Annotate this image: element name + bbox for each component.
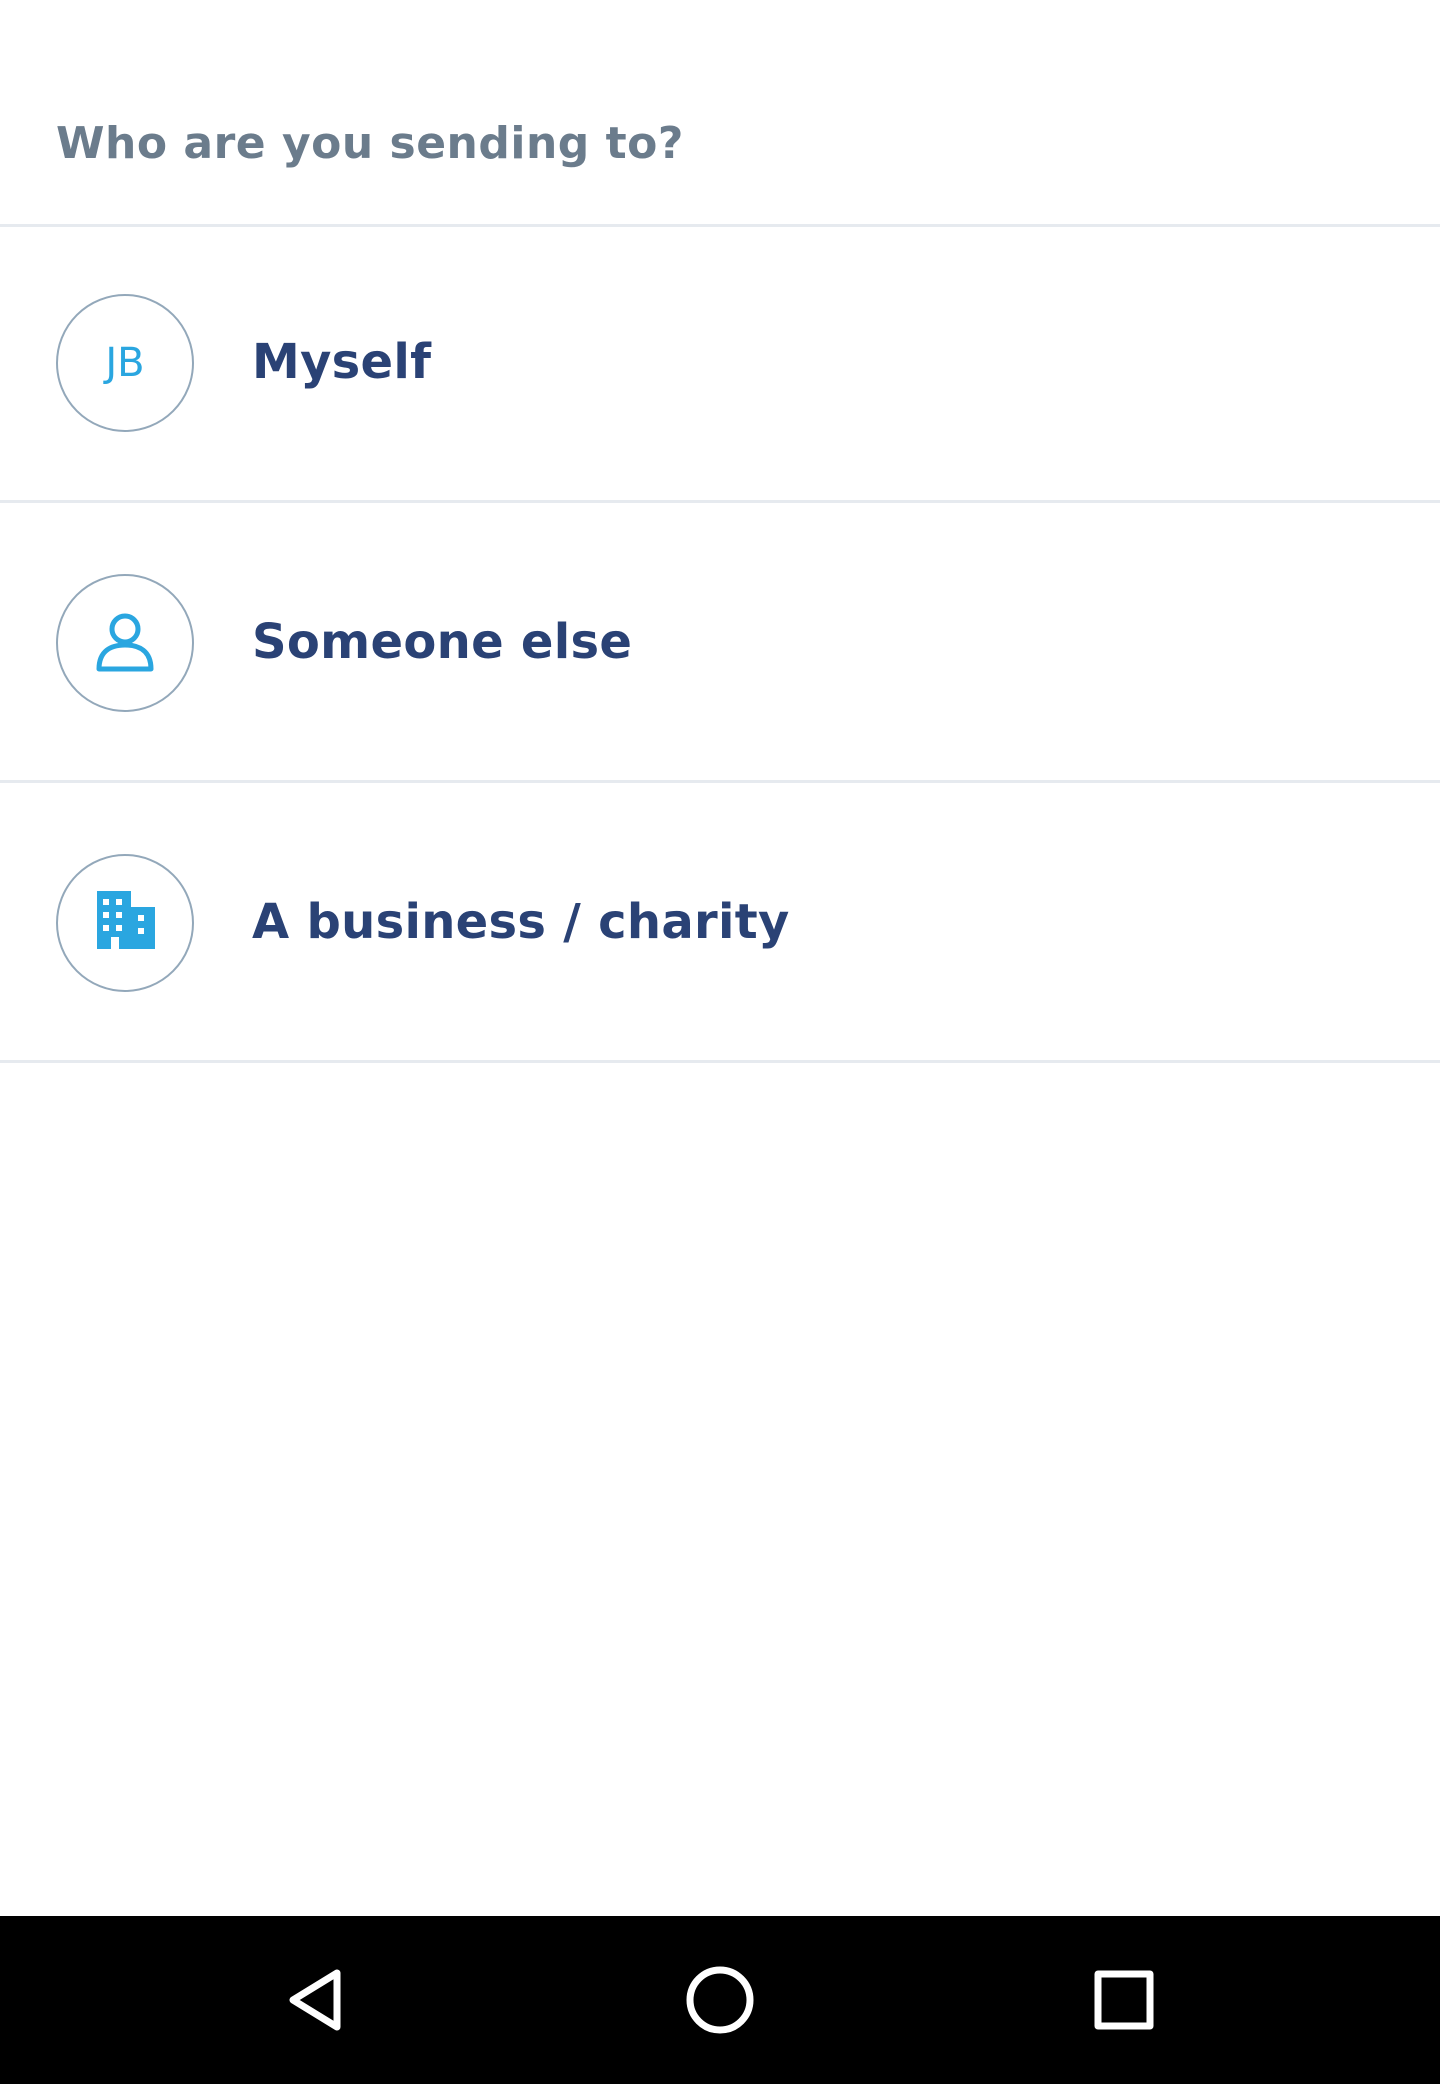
- person-avatar: [56, 574, 194, 712]
- page-title: Who are you sending to?: [56, 118, 684, 169]
- option-business-charity[interactable]: A business / charity: [0, 784, 1440, 1062]
- option-label: A business / charity: [252, 894, 790, 950]
- initials-avatar: JB: [56, 294, 194, 432]
- divider: [0, 500, 1440, 503]
- option-label: Someone else: [252, 614, 633, 670]
- building-avatar: [56, 854, 194, 992]
- recents-button[interactable]: [1074, 1950, 1174, 2050]
- back-triangle-icon: [289, 1969, 341, 2031]
- divider: [0, 780, 1440, 783]
- system-navigation-bar: [0, 1916, 1440, 2084]
- home-circle-icon: [686, 1966, 754, 2034]
- recipient-type-screen: Who are you sending to? JB Myself Someon…: [0, 0, 1440, 1916]
- recents-square-icon: [1094, 1970, 1154, 2030]
- building-icon: [89, 885, 161, 961]
- person-icon: [89, 605, 161, 681]
- home-button[interactable]: [670, 1950, 770, 2050]
- back-button[interactable]: [266, 1950, 366, 2050]
- option-label: Myself: [252, 334, 432, 390]
- divider: [0, 1060, 1440, 1063]
- option-someone-else[interactable]: Someone else: [0, 504, 1440, 782]
- screen: Who are you sending to? JB Myself Someon…: [0, 0, 1440, 2084]
- option-myself[interactable]: JB Myself: [0, 224, 1440, 502]
- avatar-initials: JB: [105, 340, 145, 386]
